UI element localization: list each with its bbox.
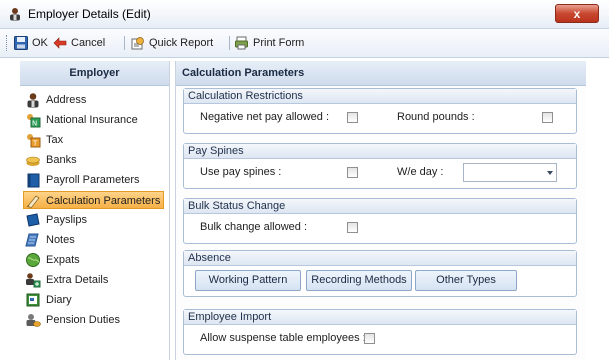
nav-item-label: Expats [46, 254, 80, 266]
employee-import-group: Employee Import Allow suspense table emp… [183, 309, 577, 355]
nav-item-notes[interactable]: Notes [24, 231, 165, 249]
quick-report-button[interactable]: Quick Report [130, 35, 220, 51]
employer-nav-panel: Employer Address N National Insurance T [20, 61, 170, 360]
round-pounds-label: Round pounds : [397, 111, 475, 123]
nav-item-label: Diary [46, 294, 72, 306]
nav-item-label: Tax [46, 134, 64, 146]
title-bar: Employer Details (Edit) x [0, 0, 609, 29]
toolbar: OK Cancel Quick Report Print Form [0, 29, 609, 58]
nav-item-tax[interactable]: T Tax [24, 131, 165, 149]
group-header: Bulk Status Change [184, 199, 576, 214]
employer-details-window: Employer Details (Edit) x OK Cancel Quic… [0, 0, 609, 360]
print-form-icon [235, 36, 248, 50]
group-header: Employee Import [184, 310, 576, 325]
group-title: Calculation Restrictions [188, 90, 303, 102]
round-pounds-checkbox[interactable] [542, 112, 553, 123]
pay-spines-group: Pay Spines Use pay spines : W/e day : [183, 143, 577, 189]
group-title: Bulk Status Change [188, 200, 286, 212]
nav-item-calculation-parameters[interactable]: Calculation Parameters [23, 191, 164, 209]
toolbar-separator [124, 36, 125, 50]
pension-icon [26, 314, 41, 327]
we-day-label: W/e day : [397, 166, 444, 178]
save-icon [14, 36, 28, 50]
nav-item-national-insurance[interactable]: N National Insurance [24, 111, 165, 129]
close-button[interactable]: x [555, 4, 599, 23]
svg-text:N: N [32, 120, 37, 128]
window-title: Employer Details (Edit) [28, 7, 151, 21]
working-pattern-button[interactable]: Working Pattern [195, 270, 301, 291]
group-header: Absence [184, 251, 576, 266]
print-form-button[interactable]: Print Form [234, 35, 314, 51]
content-panel-header: Calculation Parameters [176, 61, 587, 86]
use-pay-spines-checkbox[interactable] [347, 167, 358, 178]
nav-item-label: Payslips [46, 214, 87, 226]
window-right-margin [586, 61, 609, 360]
nav-item-label: Payroll Parameters [46, 174, 140, 186]
globe-icon [26, 253, 40, 267]
group-header: Calculation Restrictions [184, 89, 576, 104]
person-icon [27, 93, 39, 108]
nav-item-label: Address [46, 94, 87, 106]
nav-item-payslips[interactable]: Payslips [24, 211, 165, 229]
quick-report-label: Quick Report [149, 37, 214, 49]
group-title: Pay Spines [188, 145, 244, 157]
nav-item-label: Notes [46, 234, 75, 246]
back-arrow-icon [53, 37, 67, 49]
nav-item-diary[interactable]: Diary [24, 291, 165, 309]
nav-item-extra-details[interactable]: Extra Details [24, 271, 165, 289]
recording-methods-button[interactable]: Recording Methods [306, 270, 412, 291]
nav-item-label: Extra Details [46, 274, 109, 286]
book-icon [27, 173, 40, 188]
bulk-change-label: Bulk change allowed : [200, 221, 308, 233]
bulk-status-change-group: Bulk Status Change Bulk change allowed : [183, 198, 577, 244]
toolbar-separator [229, 36, 230, 50]
extra-details-icon [26, 273, 41, 288]
chevron-down-icon [547, 171, 553, 175]
nav-item-address[interactable]: Address [24, 91, 165, 109]
content-panel-title: Calculation Parameters [182, 67, 305, 79]
print-form-label: Print Form [253, 37, 305, 49]
group-title: Absence [188, 252, 231, 264]
bulk-change-checkbox[interactable] [347, 222, 358, 233]
nav-item-pension-duties[interactable]: Pension Duties [24, 311, 165, 329]
payslip-icon [26, 213, 40, 227]
nav-item-banks[interactable]: Banks [24, 151, 165, 169]
calculator-icon [26, 195, 40, 209]
nav-item-expats[interactable]: Expats [24, 251, 165, 269]
tax-icon: T [27, 134, 41, 148]
use-pay-spines-label: Use pay spines : [200, 166, 282, 178]
nav-item-payroll-parameters[interactable]: Payroll Parameters [24, 171, 165, 189]
nav-panel-header: Employer [20, 61, 169, 86]
nav-item-label: Calculation Parameters [46, 195, 161, 207]
notes-icon [25, 233, 39, 247]
svg-text:T: T [32, 140, 38, 148]
nav-item-label: National Insurance [46, 114, 138, 126]
negative-net-pay-label: Negative net pay allowed : [200, 111, 330, 123]
cancel-button[interactable]: Cancel [52, 35, 120, 51]
cancel-label: Cancel [71, 37, 106, 49]
ni-icon: N [27, 114, 41, 128]
other-types-button[interactable]: Other Types [415, 270, 517, 291]
group-header: Pay Spines [184, 144, 576, 159]
ok-label: OK [32, 37, 48, 49]
quick-report-icon [131, 37, 144, 50]
allow-suspense-label: Allow suspense table employees : [200, 332, 366, 344]
nav-item-label: Banks [46, 154, 77, 166]
person-icon [10, 8, 20, 21]
negative-net-pay-checkbox[interactable] [347, 112, 358, 123]
nav-item-label: Pension Duties [46, 314, 120, 326]
absence-group: Absence Working Pattern Recording Method… [183, 250, 577, 297]
allow-suspense-checkbox[interactable] [364, 333, 375, 344]
toolbar-grip[interactable] [6, 35, 9, 51]
diary-icon [26, 293, 40, 307]
group-title: Employee Import [188, 311, 272, 323]
calculation-parameters-panel: Calculation Parameters Calculation Restr… [175, 61, 587, 360]
banks-icon [26, 156, 40, 166]
calculation-restrictions-group: Calculation Restrictions Negative net pa… [183, 88, 577, 134]
we-day-dropdown[interactable] [463, 163, 557, 182]
